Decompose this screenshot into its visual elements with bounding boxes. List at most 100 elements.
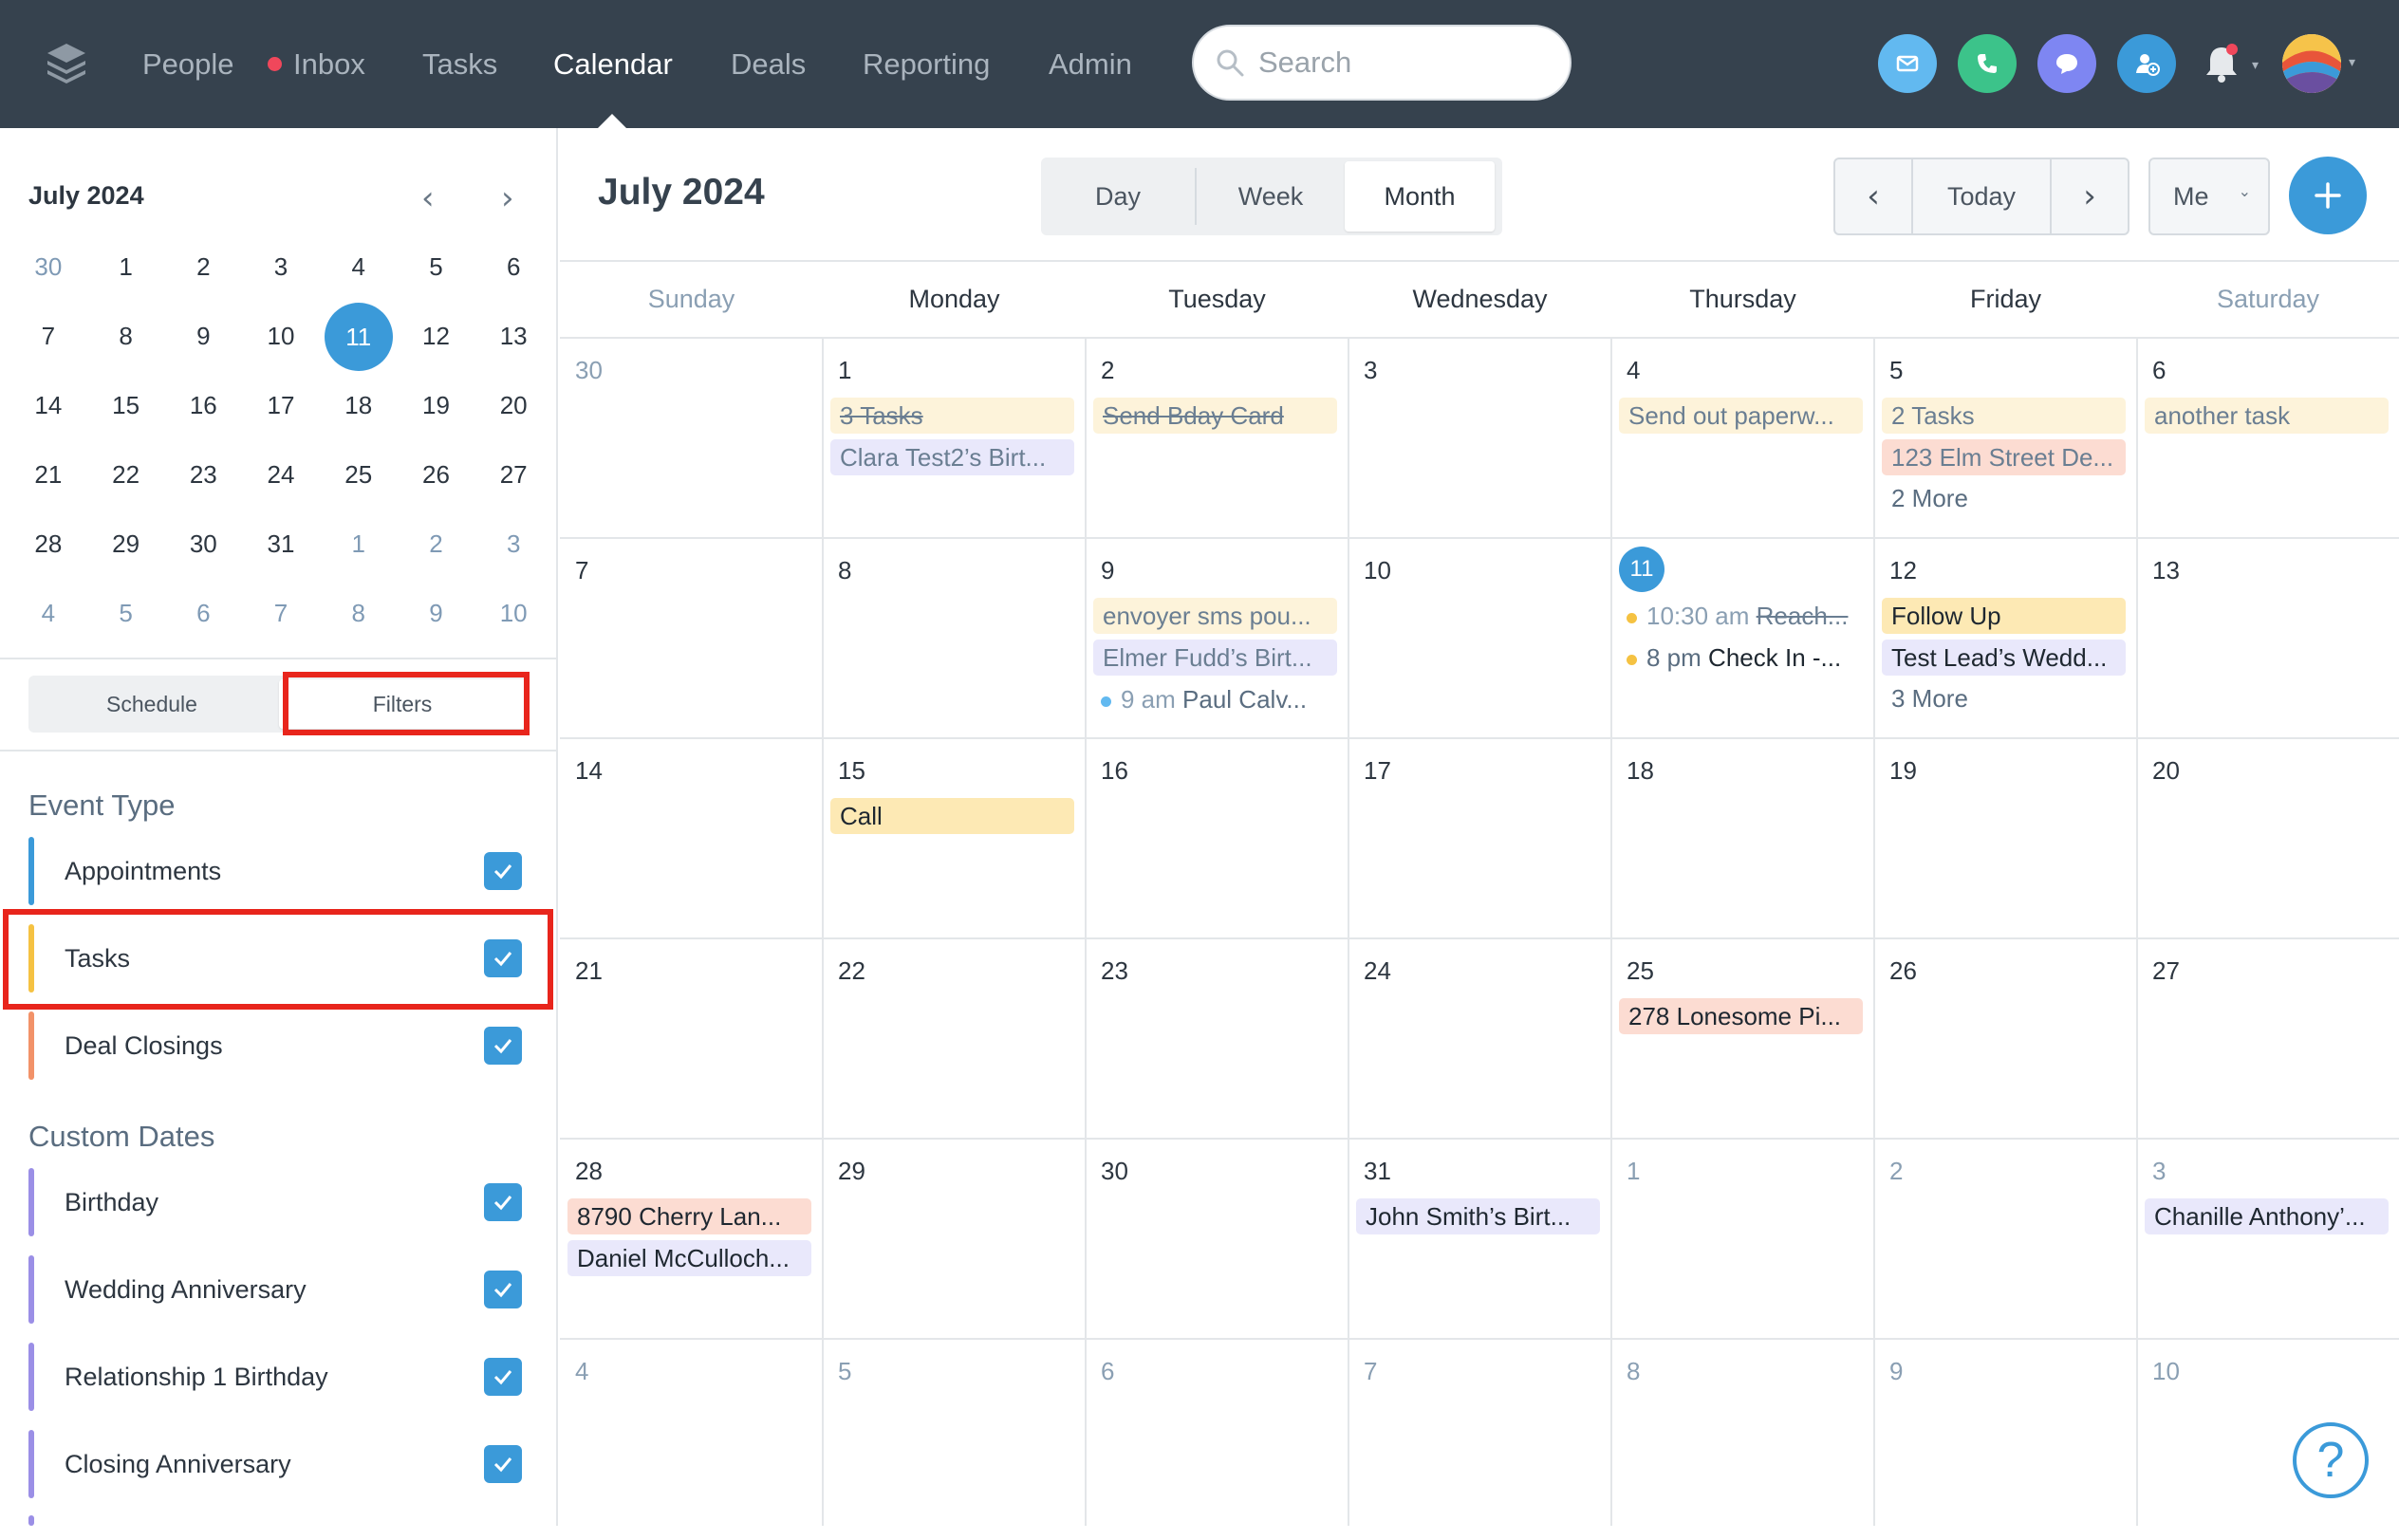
day-cell[interactable]: 1 3 Tasks Clara Test2’s Birt... xyxy=(823,339,1086,539)
mini-prev-month-icon[interactable]: ‹ xyxy=(421,179,435,217)
mini-calendar-day[interactable]: 2 xyxy=(164,252,242,282)
mini-calendar-day[interactable]: 11 xyxy=(320,302,398,371)
day-cell[interactable]: 3 Chanille Anthony’... xyxy=(2137,1140,2399,1340)
add-event-button[interactable] xyxy=(2289,157,2367,234)
day-cell[interactable]: 1 xyxy=(1611,1140,1874,1340)
checkbox-checked-icon[interactable] xyxy=(484,1271,522,1308)
nav-inbox[interactable]: Inbox xyxy=(268,0,365,128)
calendar-event[interactable]: Follow Up xyxy=(1882,598,2126,634)
mini-calendar-day[interactable]: 2 xyxy=(398,529,475,559)
tab-schedule[interactable]: Schedule xyxy=(28,676,275,733)
next-month-icon[interactable]: › xyxy=(2052,159,2128,233)
calendar-event[interactable]: Chanille Anthony’... xyxy=(2145,1198,2389,1234)
mini-calendar-day[interactable]: 13 xyxy=(474,322,552,351)
calendar-event[interactable]: 10:30 am Reach... xyxy=(1619,598,1863,634)
mini-calendar-day[interactable]: 4 xyxy=(320,252,398,282)
nav-people[interactable]: People xyxy=(142,0,234,128)
mini-calendar-day[interactable]: 25 xyxy=(320,460,398,490)
day-cell[interactable]: 8 xyxy=(1611,1340,1874,1540)
mini-calendar-day[interactable]: 31 xyxy=(242,529,320,559)
nav-calendar[interactable]: Calendar xyxy=(553,0,673,128)
add-contact-icon[interactable] xyxy=(2117,34,2176,93)
day-cell[interactable]: 11 10:30 am Reach... 8 pm Check In -... xyxy=(1611,539,1874,739)
day-cell[interactable]: 27 xyxy=(2137,939,2399,1140)
calendar-event[interactable]: Elmer Fudd’s Birt... xyxy=(1093,640,1337,676)
search-box[interactable] xyxy=(1192,25,1571,101)
day-cell[interactable]: 7 xyxy=(560,539,823,739)
mini-calendar-day[interactable]: 22 xyxy=(87,460,165,490)
calendar-event[interactable]: 123 Elm Street De... xyxy=(1882,439,2126,475)
day-cell[interactable]: 10 xyxy=(1348,539,1611,739)
mini-calendar-day[interactable]: 30 xyxy=(9,252,87,282)
calendar-event[interactable]: 8790 Cherry Lan... xyxy=(567,1198,811,1234)
calendar-event[interactable]: Daniel McCulloch... xyxy=(567,1240,811,1276)
app-logo-icon[interactable] xyxy=(44,40,89,85)
mini-calendar-day[interactable]: 14 xyxy=(9,391,87,420)
day-cell[interactable]: 2 xyxy=(1874,1140,2137,1340)
notifications-chevron-icon[interactable]: ▾ xyxy=(2252,57,2259,73)
mini-calendar-day[interactable]: 9 xyxy=(164,322,242,351)
mini-calendar-day[interactable]: 7 xyxy=(9,322,87,351)
more-events-link[interactable]: 3 More xyxy=(1891,684,1968,714)
checkbox-checked-icon[interactable] xyxy=(484,852,522,890)
mini-calendar-day[interactable]: 29 xyxy=(87,529,165,559)
day-cell[interactable]: 25 278 Lonesome Pi... xyxy=(1611,939,1874,1140)
day-cell[interactable]: 24 xyxy=(1348,939,1611,1140)
calendar-event[interactable]: 278 Lonesome Pi... xyxy=(1619,998,1863,1034)
day-cell[interactable]: 31 John Smith’s Birt... xyxy=(1348,1140,1611,1340)
checkbox-checked-icon[interactable] xyxy=(484,1027,522,1065)
day-cell[interactable]: 13 xyxy=(2137,539,2399,739)
mini-calendar-day[interactable]: 7 xyxy=(242,599,320,628)
calendar-event[interactable]: Call xyxy=(830,798,1074,834)
calendar-event[interactable]: Send out paperw... xyxy=(1619,398,1863,434)
day-cell[interactable]: 19 xyxy=(1874,739,2137,939)
calendar-event[interactable]: another task xyxy=(2145,398,2389,434)
mini-calendar-day[interactable]: 17 xyxy=(242,391,320,420)
mini-calendar-day[interactable]: 3 xyxy=(474,529,552,559)
checkbox-checked-icon[interactable] xyxy=(484,1183,522,1221)
mini-calendar-day[interactable]: 10 xyxy=(474,599,552,628)
mini-calendar-day[interactable]: 27 xyxy=(474,460,552,490)
mini-calendar-day[interactable]: 28 xyxy=(9,529,87,559)
mini-calendar-day[interactable]: 26 xyxy=(398,460,475,490)
mini-calendar-day[interactable]: 24 xyxy=(242,460,320,490)
user-menu-chevron-icon[interactable]: ▾ xyxy=(2349,54,2355,70)
calendar-owner-dropdown[interactable]: Me ⌄ xyxy=(2148,158,2270,235)
mini-calendar-day[interactable]: 23 xyxy=(164,460,242,490)
mini-calendar-day[interactable]: 15 xyxy=(87,391,165,420)
mini-calendar-day[interactable]: 6 xyxy=(474,252,552,282)
filter-appointments[interactable]: Appointments xyxy=(28,837,522,905)
view-week-button[interactable]: Week xyxy=(1197,161,1345,232)
chat-icon[interactable] xyxy=(2037,34,2096,93)
nav-reporting[interactable]: Reporting xyxy=(863,0,990,128)
day-cell[interactable]: 5 xyxy=(823,1340,1086,1540)
mini-next-month-icon[interactable]: › xyxy=(501,179,514,217)
calendar-event[interactable]: John Smith’s Birt... xyxy=(1356,1198,1600,1234)
day-cell[interactable]: 29 xyxy=(823,1140,1086,1340)
view-month-button[interactable]: Month xyxy=(1345,161,1495,232)
calendar-event[interactable]: envoyer sms pou... xyxy=(1093,598,1337,634)
search-input[interactable] xyxy=(1258,46,1543,80)
day-cell[interactable]: 4 xyxy=(560,1340,823,1540)
filter-relationship-birthday[interactable]: Relationship 1 Birthday xyxy=(28,1343,522,1411)
mini-calendar-day[interactable]: 9 xyxy=(398,599,475,628)
view-day-button[interactable]: Day xyxy=(1041,161,1195,232)
day-cell[interactable]: 9 envoyer sms pou... Elmer Fudd’s Birt..… xyxy=(1086,539,1348,739)
mini-calendar-day[interactable]: 10 xyxy=(242,322,320,351)
checkbox-checked-icon[interactable] xyxy=(484,1358,522,1396)
calendar-event[interactable]: 8 pm Check In -... xyxy=(1619,640,1863,676)
day-cell[interactable]: 4 Send out paperw... xyxy=(1611,339,1874,539)
mini-calendar-day[interactable]: 20 xyxy=(474,391,552,420)
day-cell[interactable]: 6 another task xyxy=(2137,339,2399,539)
day-cell[interactable]: 20 xyxy=(2137,739,2399,939)
nav-deals[interactable]: Deals xyxy=(731,0,806,128)
mini-calendar-day[interactable]: 16 xyxy=(164,391,242,420)
mini-calendar-day[interactable]: 30 xyxy=(164,529,242,559)
mini-calendar-day[interactable]: 1 xyxy=(320,529,398,559)
mini-calendar-day[interactable]: 8 xyxy=(87,322,165,351)
filter-birthday[interactable]: Birthday xyxy=(28,1168,522,1236)
phone-icon[interactable] xyxy=(1958,34,2017,93)
day-cell[interactable]: 7 xyxy=(1348,1340,1611,1540)
day-cell[interactable]: 23 xyxy=(1086,939,1348,1140)
day-cell[interactable]: 12 Follow Up Test Lead’s Wedd... 3 More xyxy=(1874,539,2137,739)
